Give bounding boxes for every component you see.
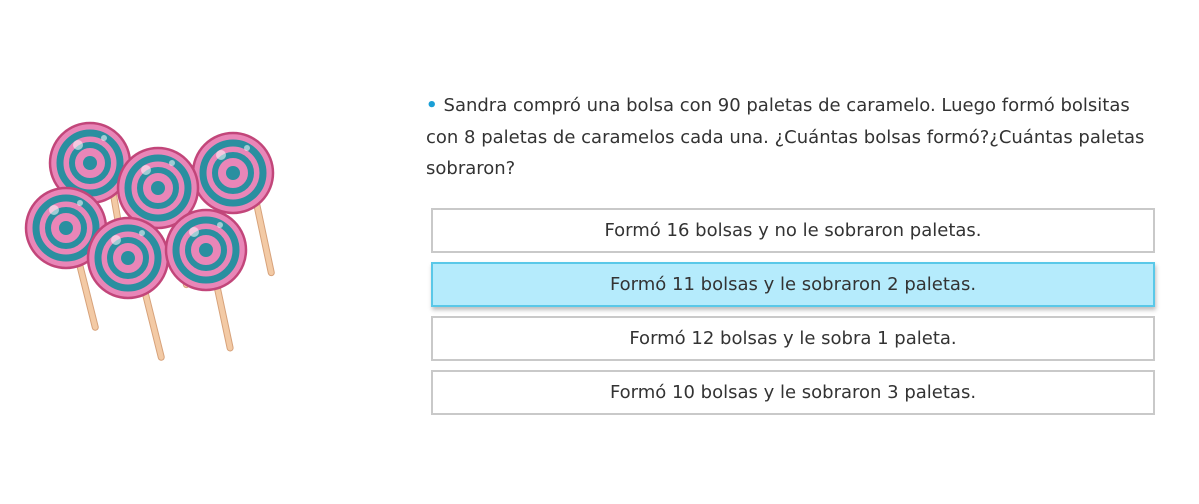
answer-option-label: Formó 10 bolsas y le sobraron 3 paletas. — [609, 382, 977, 403]
question-text: • Sandra compró una bolsa con 90 paletas … — [426, 90, 1162, 185]
answer-options: Formó 16 bolsas y no le sobraron paletas… — [431, 208, 1155, 424]
answer-option-4[interactable]: Formó 10 bolsas y le sobraron 3 paletas. — [431, 370, 1155, 415]
answer-option-3[interactable]: Formó 12 bolsas y le sobra 1 paleta. — [431, 316, 1155, 361]
bullet-icon: • — [426, 95, 438, 116]
question-label: Sandra compró una bolsa con 90 paletas d… — [426, 95, 1145, 179]
answer-option-label: Formó 11 bolsas y le sobraron 2 paletas. — [609, 274, 977, 295]
answer-option-2[interactable]: Formó 11 bolsas y le sobraron 2 paletas. — [431, 262, 1155, 307]
answer-option-label: Formó 12 bolsas y le sobra 1 paleta. — [629, 328, 957, 349]
answer-option-label: Formó 16 bolsas y no le sobraron paletas… — [604, 220, 982, 241]
answer-option-1[interactable]: Formó 16 bolsas y no le sobraron paletas… — [431, 208, 1155, 253]
lollipops-icon — [18, 118, 288, 368]
